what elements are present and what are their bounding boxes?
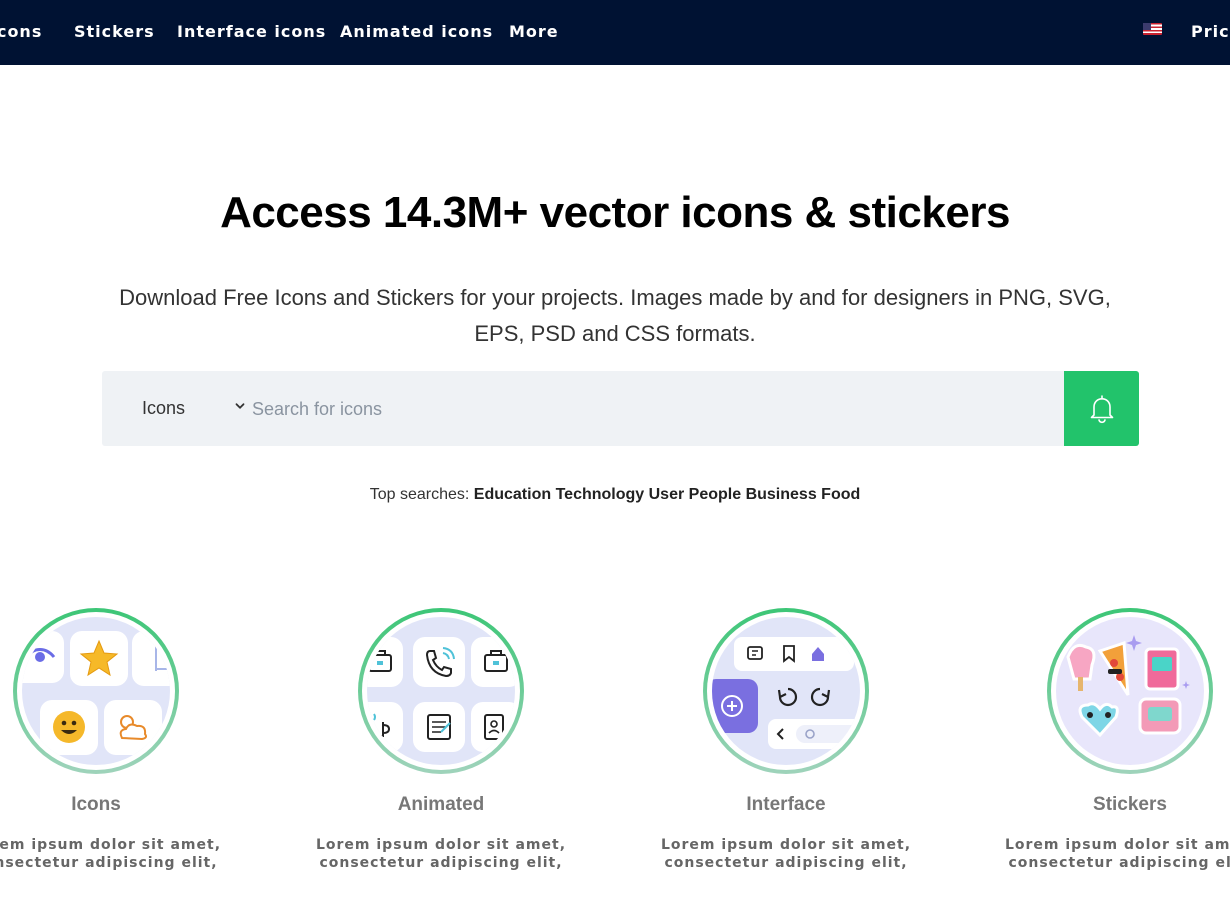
category-icons-ring xyxy=(17,612,175,770)
star-tile xyxy=(70,631,128,686)
sailboat-icon xyxy=(155,641,170,671)
category-interface-desc: Lorem ipsum dolor sit amet, consectetur … xyxy=(623,836,949,872)
phone-tile xyxy=(413,637,465,687)
category-stickers-desc-line1: Lorem ipsum dolor sit amet, xyxy=(1004,837,1230,853)
chevron-down-icon[interactable] xyxy=(235,401,245,411)
hero-title: Access 14.3M+ vector icons & stickers xyxy=(220,188,1010,237)
nav-item-animated-icons[interactable]: Animated icons xyxy=(340,22,493,41)
nav-item-more[interactable]: More xyxy=(509,22,559,41)
category-interface-art xyxy=(712,617,860,765)
eye-icon xyxy=(24,648,56,662)
category-stickers-title[interactable]: Stickers xyxy=(987,794,1230,816)
briefcase-icon xyxy=(484,650,508,672)
top-search-technology[interactable]: Technology xyxy=(556,486,645,503)
notepad-tile xyxy=(413,702,465,752)
top-search-people[interactable]: People xyxy=(689,486,741,503)
top-search-business[interactable]: Business xyxy=(746,486,817,503)
search-button[interactable] xyxy=(1064,371,1139,446)
partly-cloudy-icon xyxy=(119,715,147,741)
top-search-user[interactable]: User xyxy=(649,486,685,503)
category-icons-desc: Lorem ipsum dolor sit amet, consectetur … xyxy=(0,836,259,872)
category-interface-ring xyxy=(707,612,865,770)
smiley-icon xyxy=(53,711,85,743)
weather-tile xyxy=(104,700,162,755)
category-icons-image[interactable] xyxy=(13,608,179,774)
star-icon xyxy=(79,639,119,677)
interface-toolbar-icons xyxy=(747,645,824,663)
category-interface-desc-line1: Lorem ipsum dolor sit amet, xyxy=(660,837,912,853)
top-search-food[interactable]: Food xyxy=(821,486,860,503)
sail-tile xyxy=(132,631,170,686)
hero-subtitle: Download Free Icons and Stickers for you… xyxy=(119,285,1111,346)
category-stickers-desc: Lorem ipsum dolor sit amet, consectetur … xyxy=(967,836,1230,872)
add-circle-icon xyxy=(721,695,743,717)
category-interface-title[interactable]: Interface xyxy=(643,794,929,816)
sticker-collection-icon xyxy=(1066,635,1190,738)
eye-tile xyxy=(22,631,64,683)
category-stickers-image[interactable] xyxy=(1047,608,1213,774)
nav-item-icons[interactable]: Icons xyxy=(0,22,42,41)
category-animated-art xyxy=(367,617,515,765)
nav-item-pricing[interactable]: Pricing xyxy=(1191,22,1230,41)
search-type-select[interactable]: Icons xyxy=(142,398,185,419)
top-search-education[interactable]: Education xyxy=(474,486,551,503)
smile-tile xyxy=(40,700,98,755)
category-animated-title[interactable]: Animated xyxy=(298,794,584,816)
id-card-tile xyxy=(471,702,515,752)
category-animated-desc-line2: consectetur adipiscing elit, xyxy=(319,855,563,871)
category-interface-desc-line2: consectetur adipiscing elit, xyxy=(664,855,908,871)
category-stickers-art xyxy=(1056,617,1204,765)
phone-call-icon xyxy=(425,647,455,678)
coffee-mug-icon xyxy=(370,713,391,737)
category-animated-desc-line1: Lorem ipsum dolor sit amet, xyxy=(315,837,567,853)
briefcase-tile-2 xyxy=(471,637,515,687)
category-stickers-desc-line2: consectetur adipiscing elit, xyxy=(1008,855,1230,871)
flag-canton xyxy=(1143,23,1151,30)
briefcase-icon xyxy=(368,650,392,672)
category-interface-image[interactable] xyxy=(703,608,869,774)
top-navbar: Icons Stickers Interface icons Animated … xyxy=(0,0,1230,65)
nav-item-stickers[interactable]: Stickers xyxy=(74,22,155,41)
add-tile xyxy=(712,679,758,733)
mug-tile xyxy=(367,702,403,752)
category-stickers-ring xyxy=(1051,612,1209,770)
undo-redo-icons xyxy=(777,687,831,707)
bell-icon xyxy=(1090,395,1114,424)
category-icons-title[interactable]: Icons xyxy=(0,794,239,816)
category-animated-ring xyxy=(362,612,520,770)
nav-item-interface-icons[interactable]: Interface icons xyxy=(177,22,326,41)
category-animated-desc: Lorem ipsum dolor sit amet, consectetur … xyxy=(278,836,604,872)
notepad-icon xyxy=(427,714,451,740)
top-searches: Top searches: Education Technology User … xyxy=(0,486,1230,504)
category-icons-desc-line1: Lorem ipsum dolor sit amet, xyxy=(0,837,222,853)
search-input[interactable] xyxy=(252,389,1052,429)
category-icons-art xyxy=(22,617,170,765)
back-search-icons xyxy=(776,725,860,743)
us-flag-icon[interactable] xyxy=(1143,23,1162,35)
top-searches-label: Top searches: xyxy=(369,486,470,503)
category-icons-desc-line2: consectetur adipiscing elit, xyxy=(0,855,218,871)
briefcase-tile xyxy=(367,637,403,687)
search-bar: Icons xyxy=(102,371,1139,446)
category-animated-image[interactable] xyxy=(358,608,524,774)
toolbar-tile xyxy=(734,637,854,671)
id-card-icon xyxy=(484,714,504,740)
mini-search-tile xyxy=(768,719,860,749)
